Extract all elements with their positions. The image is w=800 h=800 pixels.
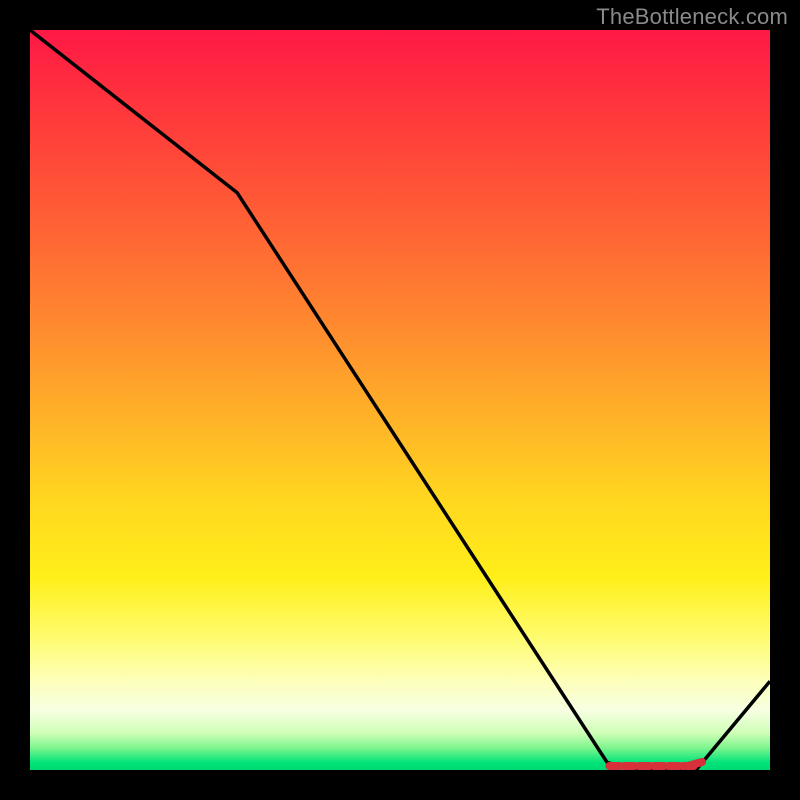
series-curve — [30, 30, 770, 770]
plot-area — [30, 30, 770, 770]
attribution-text: TheBottleneck.com — [596, 4, 788, 30]
chart-frame: TheBottleneck.com — [0, 0, 800, 800]
chart-svg — [30, 30, 770, 770]
series-min-marker — [609, 762, 702, 767]
min-marker-tail — [684, 762, 702, 767]
